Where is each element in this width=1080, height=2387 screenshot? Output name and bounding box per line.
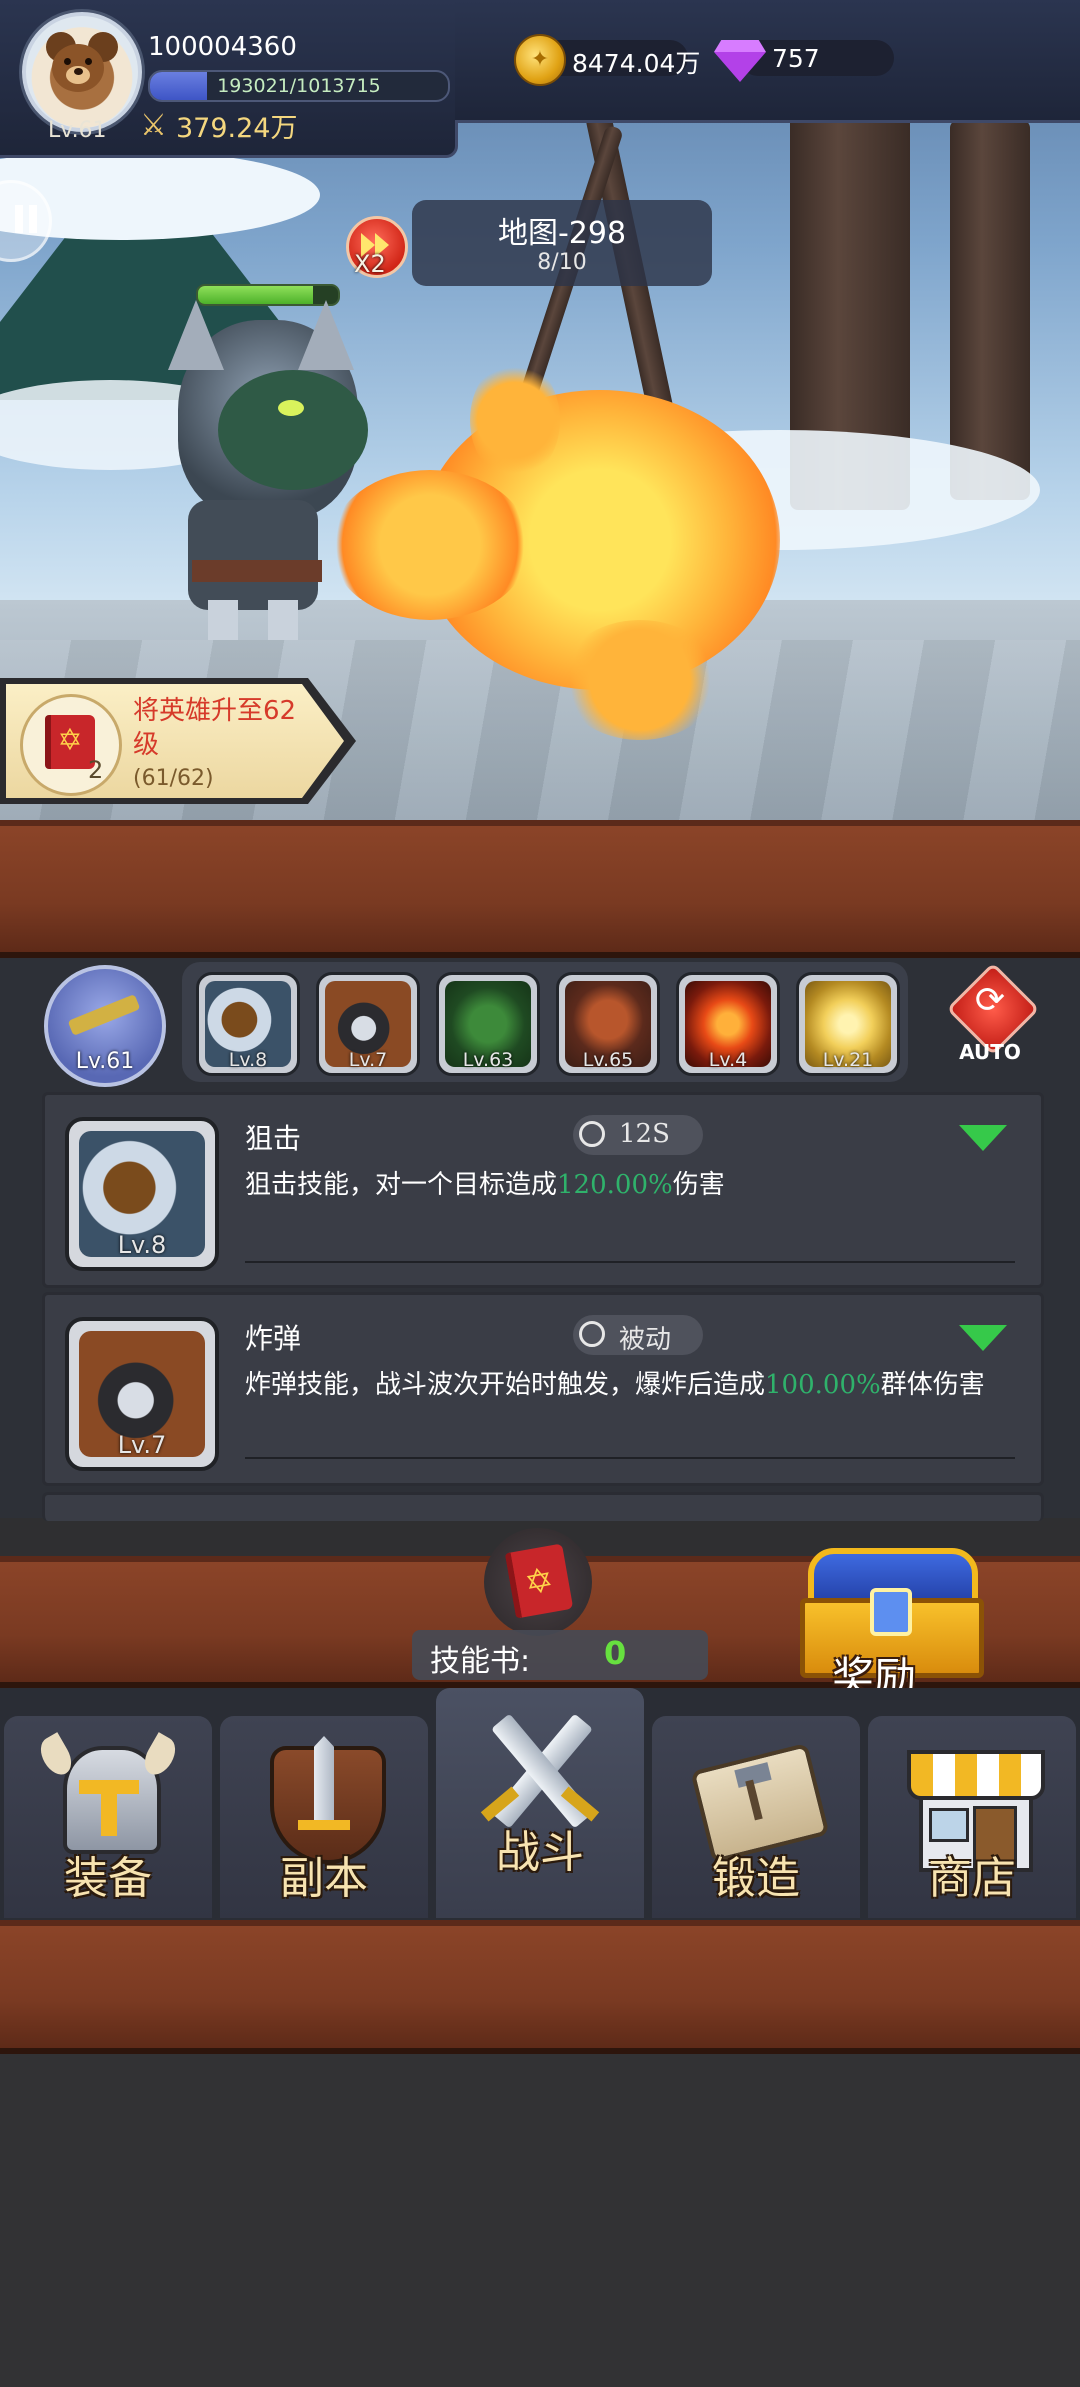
tree-trunk [950,120,1030,500]
skill-slot-5[interactable]: Lv.4 [676,972,780,1076]
slot-level: Lv.7 [348,1049,388,1071]
cooldown-text: 12S [619,1119,670,1149]
skill-slot-2[interactable]: Lv.7 [316,972,420,1076]
fireball-trail [330,470,530,620]
skill-name: 狙击 [245,1122,302,1155]
skill-icon: Lv.8 [65,1117,219,1271]
desc-value: 120.00% [557,1170,673,1200]
skill-slot-4[interactable]: Lv.65 [556,972,660,1076]
rifle-icon [67,994,141,1036]
expand-arrow-icon[interactable] [959,1125,1007,1151]
nav-label: 商店 [928,1853,1016,1904]
nav-tab-equip[interactable]: 装备 [4,1716,212,1918]
player-level: Lv.61 [48,118,107,143]
nav-tab-battle[interactable]: 战斗 [436,1688,644,1918]
skill-slot-3[interactable]: Lv.63 [436,972,540,1076]
clock-icon [579,1121,605,1147]
gold-coin-icon: ✦ [514,34,566,86]
skill-book-label: 技能书: [430,1644,531,1679]
gold-amount: 8474.04万 [572,49,701,78]
crossed-swords-icon: ⚔ [140,108,167,143]
speed-label: X2 [354,250,386,278]
wood-divider [0,820,1080,958]
skill-book-counter: 技能书: 0 [412,1630,708,1680]
player-avatar[interactable] [22,12,142,132]
map-panel: 地图-298 8/10 [412,200,712,286]
map-title: 地图-298 [497,216,627,251]
skill-description: 狙击技能，对一个目标造成120.00%伤害 [245,1167,1015,1203]
skill-slot-1[interactable]: Lv.8 [196,972,300,1076]
nav-tab-shop[interactable]: 商店 [868,1716,1076,1918]
expand-arrow-icon[interactable] [959,1325,1007,1351]
skill-book-value: 0 [604,1634,627,1672]
skill-cooldown: 被动 [573,1315,703,1355]
clock-icon [579,1321,605,1347]
exp-bar: 193021/1013715 [148,70,450,102]
fireball-flame [470,360,560,480]
refresh-icon: ⟳ [974,980,1006,1021]
skill-name: 炸弹 [245,1322,302,1355]
nav-label: 装备 [64,1853,152,1904]
battle-scene: X2 地图-298 8/10 ✡ 2 将英雄升至62级 (61/62) Lv.6… [0,0,1080,820]
desc-text: 狙击技能，对一个目标造成 [245,1170,558,1200]
bear-icon [52,44,104,92]
combat-power: 379.24万 [176,113,298,144]
skill-book-icon[interactable]: ✡ [484,1528,592,1636]
hero-level: Lv.61 [75,1049,135,1074]
fireball-flame [560,620,720,740]
auto-label: AUTO [959,1040,1021,1064]
desc-text: 伤害 [672,1170,725,1200]
skill-slot-6[interactable]: Lv.21 [796,972,900,1076]
divider [245,1457,1015,1459]
wave-counter: 8/10 [537,250,587,275]
empty-area [0,2054,1080,2387]
skill-level: Lv.8 [117,1231,167,1259]
hero-portrait[interactable]: Lv.61 [44,965,166,1087]
skill-card[interactable]: Lv.8 狙击 12S 狙击技能，对一个目标造成120.00%伤害 [42,1092,1044,1288]
player-id: 100004360 [148,32,297,62]
wood-divider [0,1920,1080,2054]
skill-icon: Lv.7 [65,1317,219,1471]
slot-level: Lv.4 [708,1049,748,1071]
desc-text: 炸弹技能，战斗波次开始时触发，爆炸后造成 [245,1370,766,1400]
skill-card[interactable]: Lv.7 炸弹 被动 炸弹技能，战斗波次开始时触发，爆炸后造成100.00%群体… [42,1292,1044,1486]
divider [245,1261,1015,1263]
nav-label: 副本 [280,1853,368,1904]
scroll-hammer-icon [686,1736,830,1864]
quest-progress: (61/62) [133,766,214,791]
slot-level: Lv.63 [462,1049,514,1071]
slot-level: Lv.65 [582,1049,634,1071]
skill-level: Lv.7 [117,1431,167,1459]
nav-label: 锻造 [712,1853,800,1904]
exp-text: 193021/1013715 [217,75,381,97]
auto-button[interactable]: ⟳ AUTO [944,962,1040,1064]
skill-card-partial[interactable] [42,1492,1044,1521]
desc-text: 群体伤害 [880,1370,985,1400]
cooldown-text: 被动 [619,1325,672,1355]
nav-tab-dungeon[interactable]: 副本 [220,1716,428,1918]
nav-label: 战斗 [496,1827,584,1878]
quest-title: 将英雄升至62级 [133,696,297,760]
pause-icon [15,205,23,233]
slot-level: Lv.21 [822,1049,874,1071]
nav-tab-forge[interactable]: 锻造 [652,1716,860,1918]
slot-level: Lv.8 [228,1049,268,1071]
gem-amount: 757 [772,44,820,73]
gem-icon [714,40,766,52]
skill-cooldown: 12S [573,1115,703,1155]
desc-value: 100.00% [765,1370,881,1400]
quest-icon: ✡ [20,694,122,796]
quest-item-count: 2 [88,756,104,784]
skill-description: 炸弹技能，战斗波次开始时触发，爆炸后造成100.00%群体伤害 [245,1367,1015,1403]
helmet-icon [34,1732,182,1856]
